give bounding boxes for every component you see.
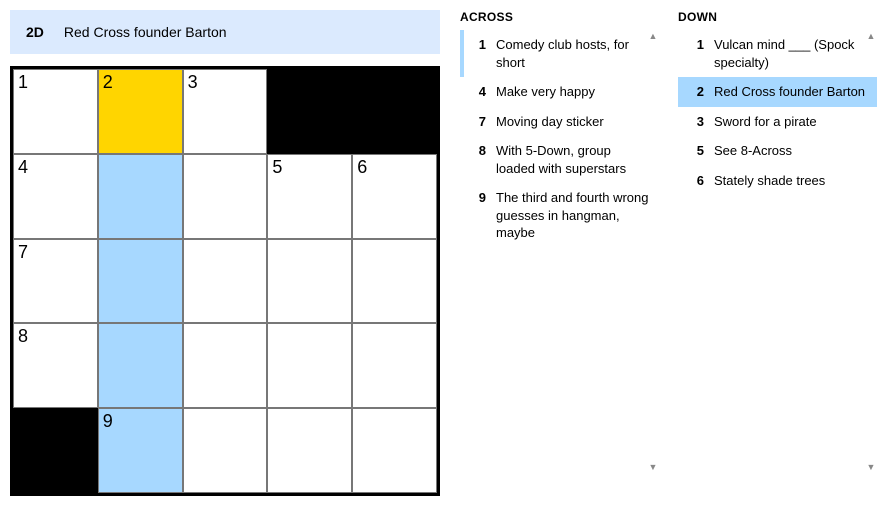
clue-text: Moving day sticker [496, 113, 652, 131]
grid-cell [352, 69, 437, 154]
clue-item[interactable]: 9The third and fourth wrong guesses in h… [460, 183, 660, 248]
grid-cell[interactable] [183, 239, 268, 324]
clue-text: See 8-Across [714, 142, 870, 160]
down-list[interactable]: ▲ ▼ 1 Vulcan mind ___ (Spock specialty) 2R… [678, 30, 877, 475]
clue-item[interactable]: 3 Sword for a pirate [678, 107, 877, 137]
down-column: DOWN ▲ ▼ 1 Vulcan mind ___ (Spock special… [678, 10, 877, 475]
grid-cell[interactable] [98, 154, 183, 239]
grid-cell[interactable]: 8 [13, 323, 98, 408]
grid-cell[interactable] [267, 323, 352, 408]
grid-cell[interactable] [183, 408, 268, 493]
clue-number: 5 [688, 142, 704, 160]
grid-cell [267, 69, 352, 154]
clue-item[interactable]: 2 Red Cross founder Barton [678, 77, 877, 107]
clue-number: 1 [688, 36, 704, 71]
grid-cell[interactable]: 2 [98, 69, 183, 154]
clue-number: 8 [470, 142, 486, 177]
grid-cell[interactable]: 5 [267, 154, 352, 239]
cell-number: 9 [103, 411, 113, 432]
crossword-grid: 1 2 3 4 5 6 7 8 9 [10, 66, 440, 496]
clue-number: 1 [470, 36, 486, 71]
grid-cell[interactable] [98, 239, 183, 324]
scroll-up-icon[interactable]: ▲ [865, 30, 877, 42]
scroll-up-icon[interactable]: ▲ [647, 30, 659, 42]
grid-cell[interactable]: 7 [13, 239, 98, 324]
clue-item[interactable]: 6 Stately shade trees [678, 166, 877, 196]
clue-item[interactable]: 1 Comedy club hosts, for short [460, 30, 660, 77]
clue-number: 6 [688, 172, 704, 190]
clue-text: The third and fourth wrong guesses in ha… [496, 189, 652, 242]
clue-item[interactable]: 7 Moving day sticker [460, 107, 660, 137]
across-column: ACROSS ▲ ▼ 1 Comedy club hosts, for short… [460, 10, 660, 475]
grid-cell[interactable]: 6 [352, 154, 437, 239]
grid-cell[interactable] [267, 239, 352, 324]
clue-item[interactable]: 5 See 8-Across [678, 136, 877, 166]
grid-cell[interactable] [183, 154, 268, 239]
clue-item[interactable]: 1 Vulcan mind ___ (Spock specialty) [678, 30, 877, 77]
clue-text: Vulcan mind ___ (Spock specialty) [714, 36, 870, 71]
clue-number: 4 [470, 83, 486, 101]
clue-number: 2 [688, 83, 704, 101]
grid-cell[interactable] [267, 408, 352, 493]
cell-number: 6 [357, 157, 367, 178]
crossword-container: 2D Red Cross founder Barton 1 2 3 4 5 6 7 8 9 AC… [10, 10, 867, 496]
cell-number: 1 [18, 72, 28, 93]
current-clue-label: 2D [26, 24, 44, 40]
cell-number: 7 [18, 242, 28, 263]
clue-text: With 5-Down, group loaded with superstar… [496, 142, 652, 177]
grid-cell[interactable]: 3 [183, 69, 268, 154]
clue-item[interactable]: 8 With 5-Down, group loaded with supersta… [460, 136, 660, 183]
grid-cell[interactable] [98, 323, 183, 408]
grid-cell[interactable]: 4 [13, 154, 98, 239]
grid-cell[interactable]: 1 [13, 69, 98, 154]
grid-cell[interactable] [352, 323, 437, 408]
scroll-down-icon[interactable]: ▼ [865, 461, 877, 473]
clue-text: Sword for a pirate [714, 113, 870, 131]
grid-cell[interactable] [352, 408, 437, 493]
cell-number: 4 [18, 157, 28, 178]
cell-number: 8 [18, 326, 28, 347]
clue-text: Stately shade trees [714, 172, 870, 190]
clue-item[interactable]: 4 Make very happy [460, 77, 660, 107]
across-list[interactable]: ▲ ▼ 1 Comedy club hosts, for short 4 Make v… [460, 30, 660, 475]
grid-cell [13, 408, 98, 493]
down-title: DOWN [678, 10, 877, 24]
clue-number: 3 [688, 113, 704, 131]
cell-number: 2 [103, 72, 113, 93]
clue-lists: ACROSS ▲ ▼ 1 Comedy club hosts, for short… [460, 10, 877, 475]
left-panel: 2D Red Cross founder Barton 1 2 3 4 5 6 7 8 9 [10, 10, 440, 496]
clue-number: 7 [470, 113, 486, 131]
across-title: ACROSS [460, 10, 660, 24]
current-clue-bar[interactable]: 2D Red Cross founder Barton [10, 10, 440, 54]
clue-number: 9 [470, 189, 486, 242]
clue-text: Comedy club hosts, for short [496, 36, 652, 71]
grid-cell[interactable] [183, 323, 268, 408]
cell-number: 3 [188, 72, 198, 93]
clue-text: Red Cross founder Barton [714, 83, 870, 101]
current-clue-text: Red Cross founder Barton [64, 24, 227, 40]
clue-text: Make very happy [496, 83, 652, 101]
grid-cell[interactable] [352, 239, 437, 324]
cell-number: 5 [272, 157, 282, 178]
scroll-down-icon[interactable]: ▼ [647, 461, 659, 473]
grid-cell[interactable]: 9 [98, 408, 183, 493]
